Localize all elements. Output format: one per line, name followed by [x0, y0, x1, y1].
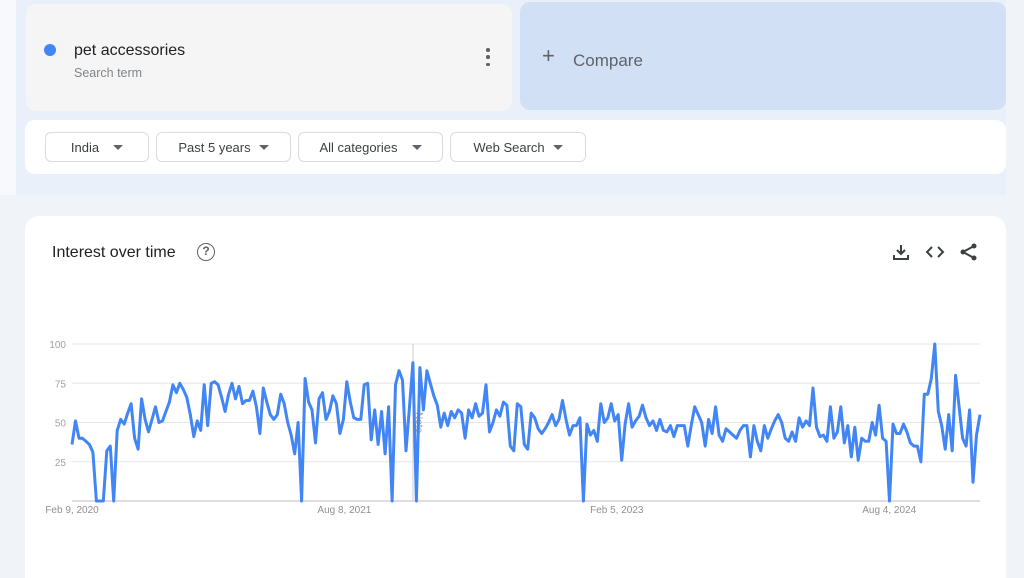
y-tick-label: 25	[55, 458, 67, 469]
x-tick-label: Aug 8, 2021	[317, 505, 371, 516]
x-tick-label: Feb 9, 2020	[45, 505, 99, 516]
x-tick-label: Aug 4, 2024	[862, 505, 916, 516]
y-tick-label: 75	[55, 379, 67, 390]
interest-chart: 25 50 75 100 Feb 9, 2020 Aug 8, 2021 Feb 5, 20…	[45, 340, 982, 516]
y-tick-label: 50	[55, 419, 67, 430]
x-tick-label: Feb 5, 2023	[590, 505, 644, 516]
y-tick-label: 100	[49, 340, 66, 351]
